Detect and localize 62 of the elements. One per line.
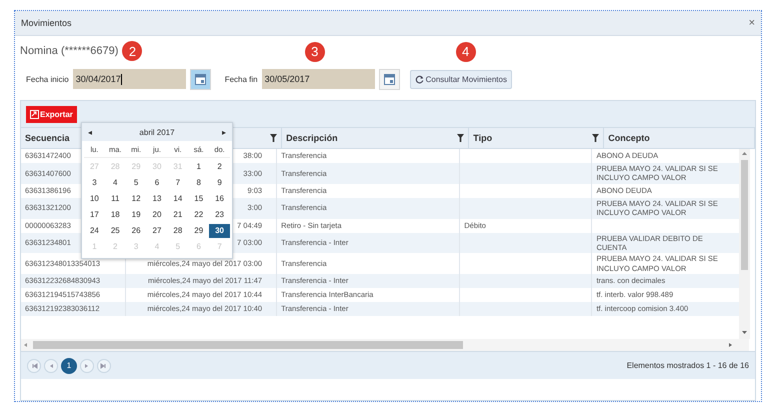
calendar-day[interactable]: 27 xyxy=(146,224,168,238)
refresh-icon xyxy=(414,74,424,84)
pager-info: Elementos mostrados 1 - 16 de 16 xyxy=(626,361,749,370)
month-title[interactable]: abril 2017 xyxy=(139,128,175,136)
calendar-day[interactable]: 4 xyxy=(104,176,126,190)
field-label: Fecha inicio xyxy=(26,74,69,84)
date-field[interactable]: 30/05/2017 xyxy=(262,69,375,89)
consult-button[interactable]: Consultar Movimientos xyxy=(410,70,512,88)
calendar-day[interactable]: 11 xyxy=(104,192,126,206)
date-field[interactable]: 30/04/2017 xyxy=(72,69,186,89)
calendar-day[interactable]: 19 xyxy=(126,208,147,222)
filter-icon[interactable] xyxy=(457,134,464,142)
step-marker: 4 xyxy=(456,42,476,62)
column-header[interactable]: Tipo xyxy=(473,133,492,143)
calendar-day[interactable]: 2 xyxy=(209,160,230,174)
column-header[interactable]: Descripción xyxy=(286,133,338,143)
calendar-day[interactable]: 16 xyxy=(209,192,230,206)
calendar-day[interactable]: 29 xyxy=(188,224,210,238)
calendar-day[interactable]: 18 xyxy=(104,208,126,222)
calendar-day[interactable]: 1 xyxy=(188,160,210,174)
calendar-icon[interactable] xyxy=(190,68,211,90)
filter-icon[interactable] xyxy=(270,134,278,142)
calendar-day[interactable]: 12 xyxy=(126,192,147,206)
next-page-icon[interactable] xyxy=(80,358,94,372)
calendar-day[interactable]: 7 xyxy=(167,176,188,190)
calendar-day[interactable]: 3 xyxy=(84,176,105,190)
calendar-day[interactable]: 26 xyxy=(126,224,147,238)
column-header[interactable]: Secuencia xyxy=(25,133,70,143)
first-page-icon[interactable] xyxy=(27,358,41,372)
step-marker: 2 xyxy=(122,41,142,61)
account-title: Nomina (******6679) xyxy=(20,45,118,57)
calendar-day[interactable]: 9 xyxy=(209,176,230,190)
calendar-day[interactable]: 24 xyxy=(84,224,105,238)
calendar-day[interactable]: 13 xyxy=(146,192,168,206)
calendar-day[interactable]: 10 xyxy=(84,192,105,206)
last-page-icon[interactable] xyxy=(97,358,111,372)
export-button[interactable]: Exportar xyxy=(26,106,77,122)
previous-month-button[interactable]: ◂ xyxy=(88,128,92,136)
window-title: Movimientos xyxy=(21,18,72,28)
calendar-day[interactable]: 30 xyxy=(209,224,230,238)
calendar-day[interactable]: 28 xyxy=(167,224,188,238)
calendar-day[interactable]: 8 xyxy=(188,176,210,190)
filter-icon[interactable] xyxy=(592,134,600,142)
next-month-button[interactable]: ▸ xyxy=(222,128,226,136)
calendar-day[interactable]: 5 xyxy=(126,176,147,190)
calendar-day[interactable]: 22 xyxy=(188,208,210,222)
page-button[interactable]: 1 xyxy=(61,358,77,374)
calendar-day[interactable]: 25 xyxy=(104,224,126,238)
calendar-day[interactable]: 20 xyxy=(146,208,168,222)
calendar-day[interactable]: 14 xyxy=(167,192,188,206)
calendar-day[interactable]: 6 xyxy=(146,176,168,190)
export-icon xyxy=(30,110,39,118)
calendar-day[interactable]: 23 xyxy=(209,208,230,222)
calendar-icon[interactable] xyxy=(378,68,400,90)
calendar-day[interactable]: 21 xyxy=(167,208,188,222)
previous-page-icon[interactable] xyxy=(44,358,58,372)
calendar-day[interactable]: 17 xyxy=(84,208,105,222)
close-button[interactable]: × xyxy=(748,17,755,29)
field-label: Fecha fin xyxy=(224,74,258,84)
step-marker: 3 xyxy=(304,42,325,62)
column-header[interactable]: Concepto xyxy=(608,133,650,143)
calendar-day[interactable]: 15 xyxy=(188,192,210,206)
